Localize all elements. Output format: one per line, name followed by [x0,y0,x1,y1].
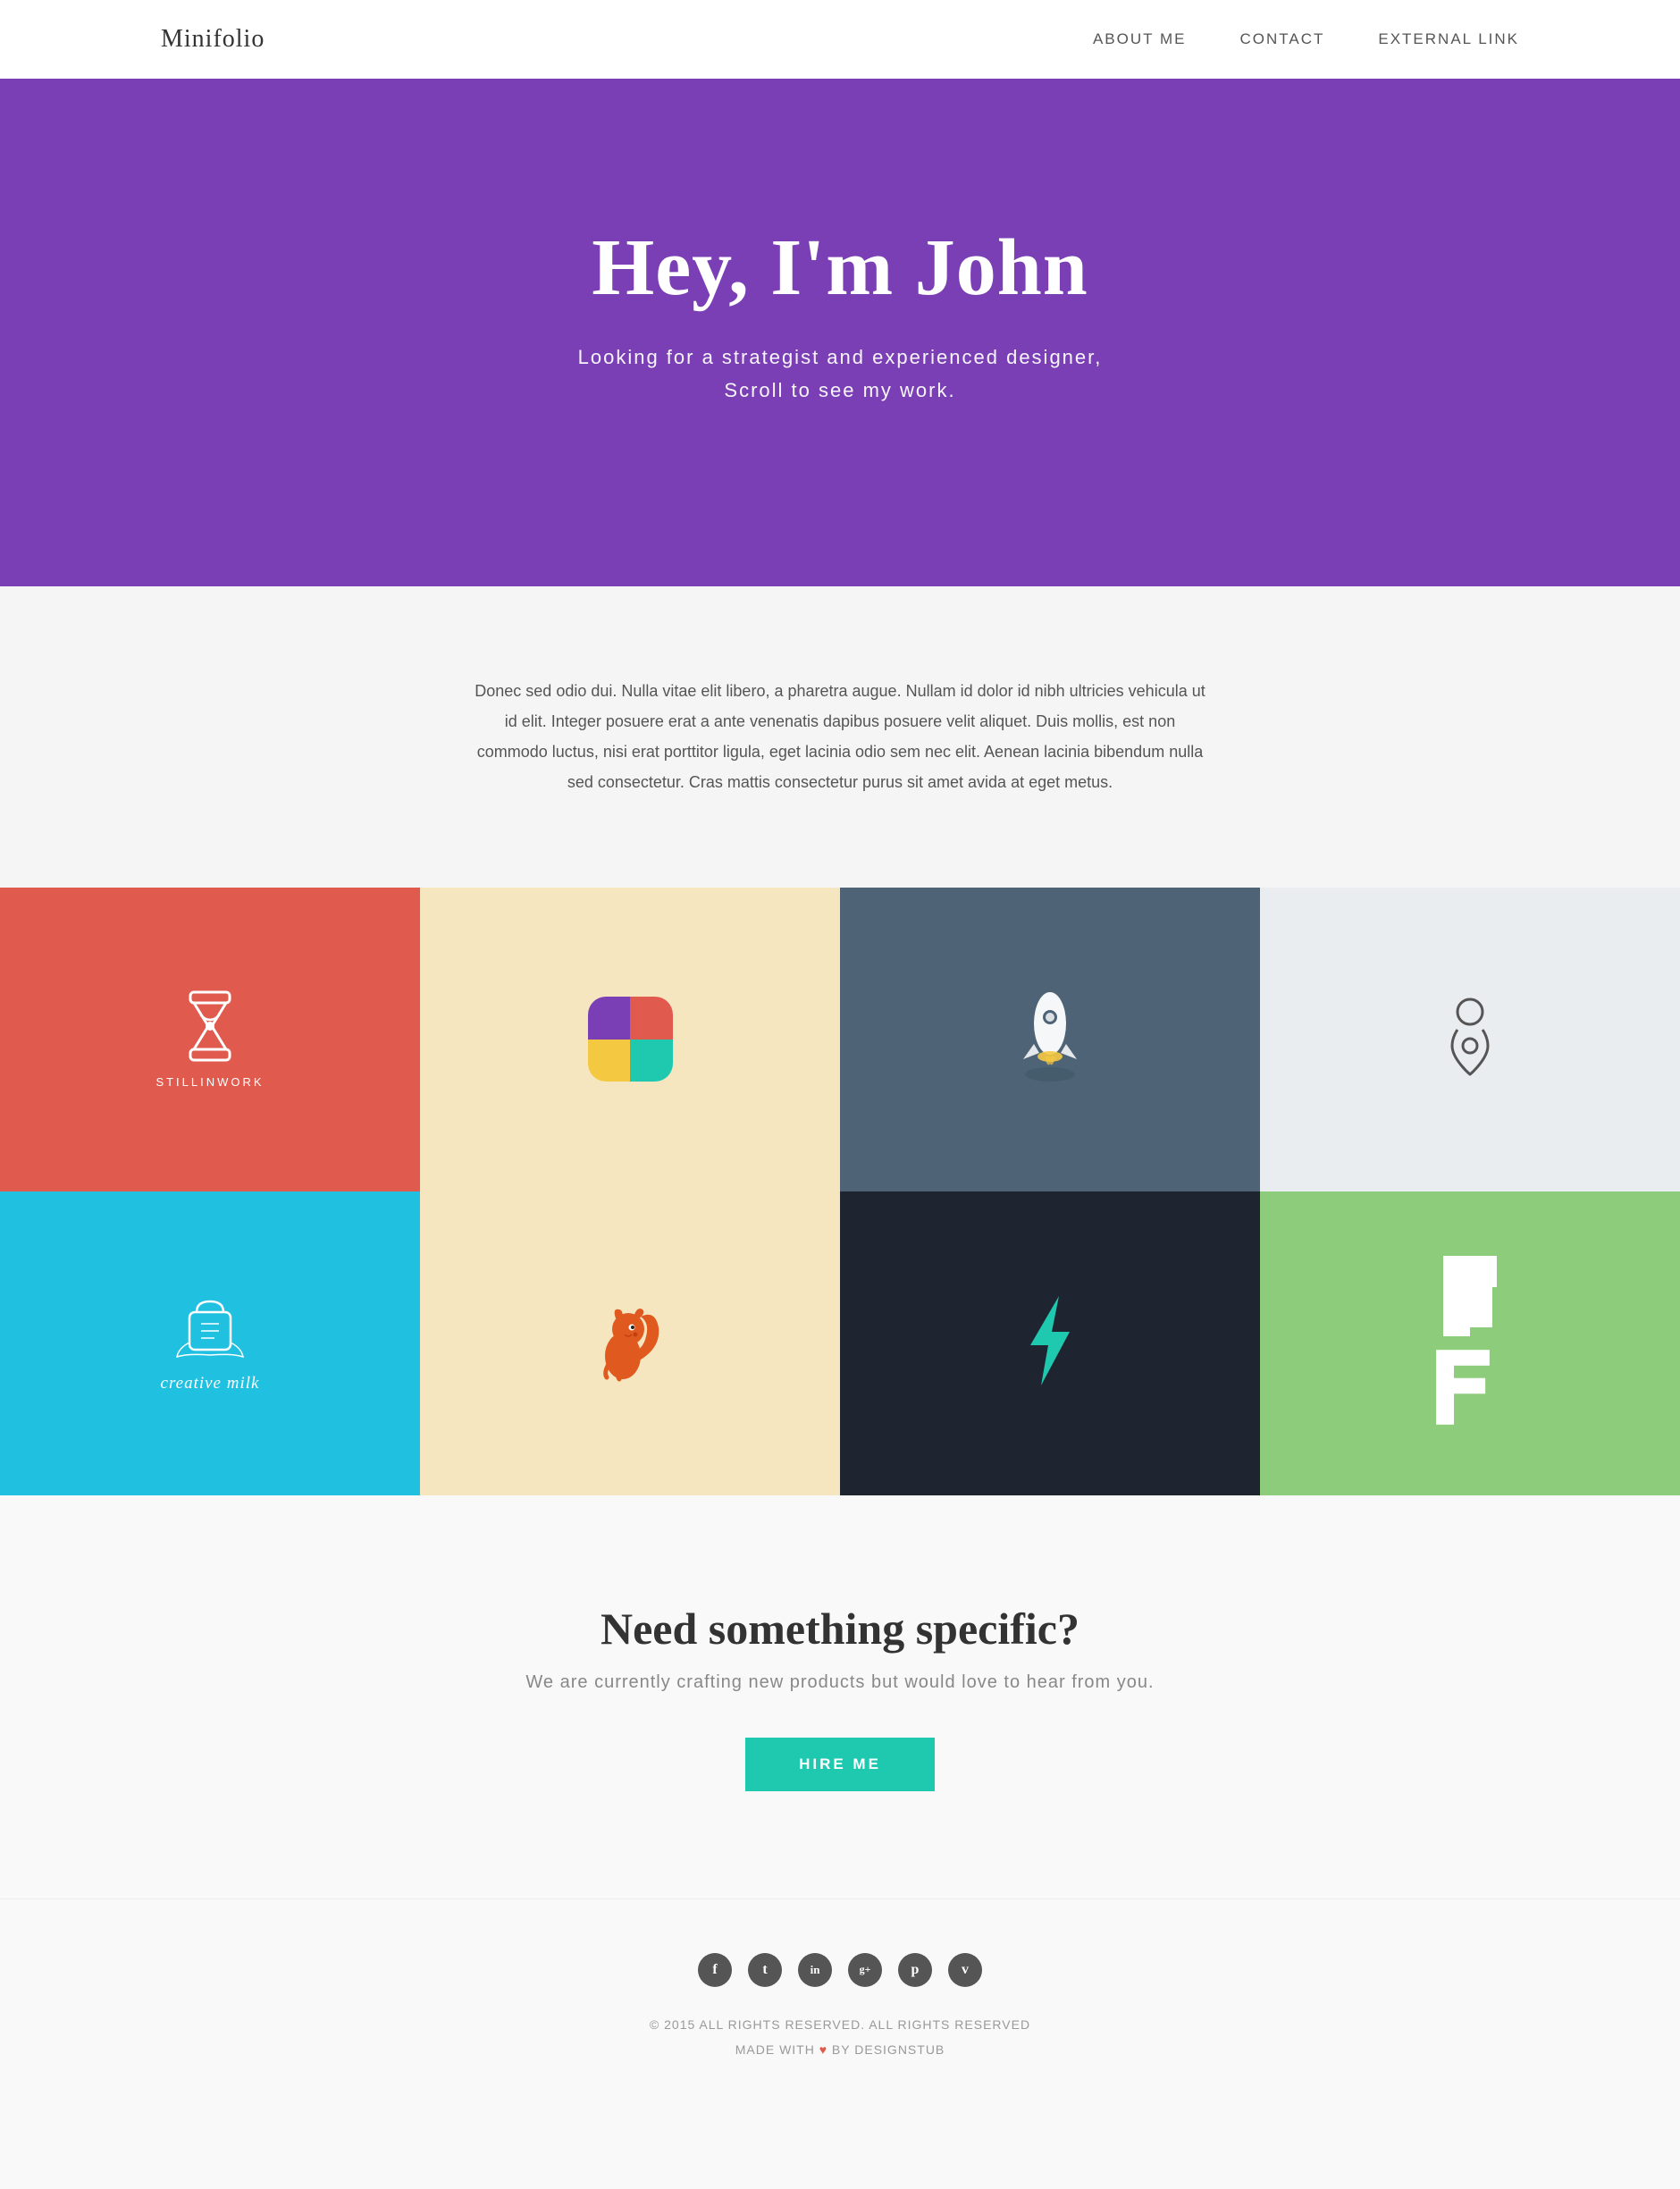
hire-section: Need something specific? We are currentl… [0,1495,1680,1899]
squirrel-logo [585,1292,675,1394]
creative-milk-logo: creative milk [161,1292,260,1393]
portfolio-cell-f-logo[interactable]: 𝐅 [1260,1191,1680,1495]
navbar-links: ABOUT ME CONTACT EXTERNAL LINK [1093,30,1519,48]
hire-subtext: We are currently crafting new products b… [36,1672,1644,1693]
portfolio-cell-rocket[interactable] [840,888,1260,1191]
portfolio-grid: STILLINWORK [0,888,1680,1495]
bolt-logo [1014,1292,1086,1394]
portfolio-cell-squirrel[interactable] [420,1191,840,1495]
hero-heading: Hey, I'm John [36,222,1644,314]
navbar-logo[interactable]: Minifolio [161,25,265,54]
footer-copyright: © 2015 ALL RIGHTS RESERVED. ALL RIGHTS R… [36,2012,1644,2062]
social-google[interactable]: g+ [848,1953,882,1987]
footer-heart: ♥ [819,2042,827,2057]
portfolio-cell-creative-milk[interactable]: creative milk [0,1191,420,1495]
hire-button[interactable]: HIRE ME [745,1738,935,1791]
social-pinterest[interactable]: p [898,1953,932,1987]
social-linkedin[interactable]: in [798,1953,832,1987]
framer-logo [588,997,673,1082]
creative-milk-label: creative milk [161,1374,260,1393]
social-icons: f t in g+ p v [36,1953,1644,1987]
f-logo-icon: 𝐅 [1430,1247,1510,1439]
rocket-logo [1005,983,1095,1095]
social-twitter[interactable]: t [748,1953,782,1987]
hero-subtext: Looking for a strategist and experienced… [36,341,1644,408]
nav-external[interactable]: EXTERNAL LINK [1378,30,1519,47]
about-section: Donec sed odio dui. Nulla vitae elit lib… [0,586,1680,888]
portfolio-cell-bolt[interactable] [840,1191,1260,1495]
social-vimeo[interactable]: v [948,1953,982,1987]
nav-contact[interactable]: CONTACT [1239,30,1324,47]
footer: f t in g+ p v © 2015 ALL RIGHTS RESERVED… [0,1899,1680,2134]
about-text: Donec sed odio dui. Nulla vitae elit lib… [474,676,1206,798]
stillinwork-label: STILLINWORK [155,1075,264,1089]
navbar: Minifolio ABOUT ME CONTACT EXTERNAL LINK [0,0,1680,79]
social-facebook[interactable]: f [698,1953,732,1987]
portfolio-cell-stillinwork[interactable]: STILLINWORK [0,888,420,1191]
hire-heading: Need something specific? [36,1603,1644,1654]
person-logo [1434,992,1506,1086]
portfolio-cell-person[interactable] [1260,888,1680,1191]
hero-section: Hey, I'm John Looking for a strategist a… [0,79,1680,586]
nav-about[interactable]: ABOUT ME [1093,30,1186,47]
portfolio-cell-framer[interactable] [420,888,840,1191]
stillinwork-logo: STILLINWORK [155,990,264,1089]
f-letter: 𝐅 [1430,1341,1510,1439]
